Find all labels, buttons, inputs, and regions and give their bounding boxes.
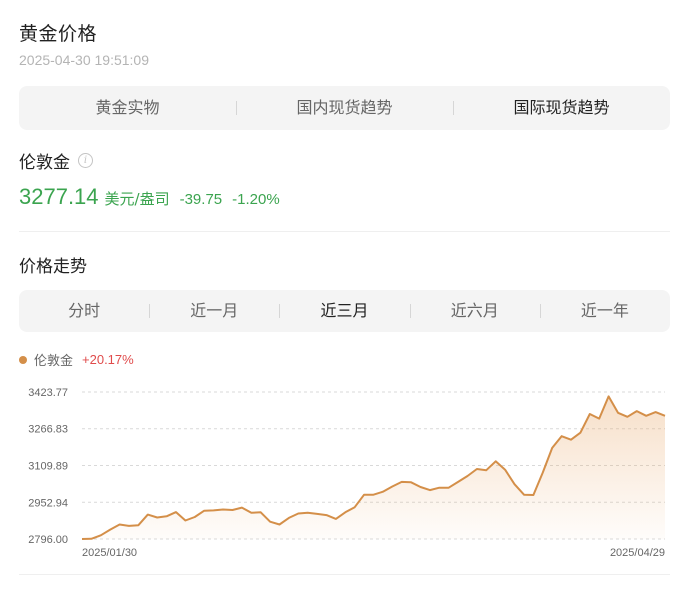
range-tab-intraday[interactable]: 分时 (19, 290, 149, 332)
y-tick-label: 2952.94 (28, 497, 68, 509)
quote-price-row: 3277.14 美元/盎司 -39.75 -1.20% (19, 184, 280, 210)
legend-dot (19, 355, 27, 364)
legend-series-name: 伦敦金 (34, 354, 74, 369)
update-timestamp: 2025-04-30 19:51:09 (19, 52, 149, 68)
range-tab-1y[interactable]: 近一年 (539, 290, 670, 332)
y-tick-label: 2796.00 (28, 534, 68, 546)
range-tab-6m[interactable]: 近六月 (409, 290, 540, 332)
metal-name: 伦敦金 (19, 153, 70, 173)
x-end-label: 2025/04/29 (610, 547, 665, 559)
tab-gold-physical[interactable]: 黄金实物 (19, 86, 236, 130)
range-tab-1m[interactable]: 近一月 (149, 290, 279, 332)
x-start-label: 2025/01/30 (82, 547, 137, 559)
section-divider (19, 231, 670, 232)
tab-international-spot[interactable]: 国际现货趋势 (453, 86, 670, 130)
info-icon[interactable]: i (78, 153, 93, 168)
price-area-fill (82, 396, 665, 539)
category-tabs: 黄金实物 国内现货趋势 国际现货趋势 (19, 86, 670, 130)
range-tabs: 分时 近一月 近三月 近六月 近一年 (19, 290, 670, 332)
current-price: 3277.14 (19, 184, 99, 209)
price-unit: 美元/盎司 (104, 190, 170, 208)
trend-title: 价格走势 (19, 257, 87, 277)
price-change-percent: -1.20% (232, 191, 280, 208)
tab-domestic-spot[interactable]: 国内现货趋势 (236, 86, 453, 130)
legend-change: +20.17% (82, 352, 134, 367)
quote-header: 伦敦金 i (19, 148, 93, 173)
chart-legend: 伦敦金 +20.17% (19, 350, 134, 369)
page-title: 黄金价格 (19, 23, 98, 45)
price-change: -39.75 (179, 191, 223, 208)
y-tick-label: 3109.89 (28, 460, 68, 472)
y-tick-label: 3423.77 (28, 387, 68, 399)
range-tab-3m[interactable]: 近三月 (279, 290, 409, 332)
y-axis-ticks: 3423.77 3266.83 3109.89 2952.94 2796.00 (28, 387, 68, 546)
y-tick-label: 3266.83 (28, 424, 68, 436)
bottom-divider (19, 574, 670, 575)
price-chart[interactable]: 3423.77 3266.83 3109.89 2952.94 2796.00 … (0, 370, 690, 570)
